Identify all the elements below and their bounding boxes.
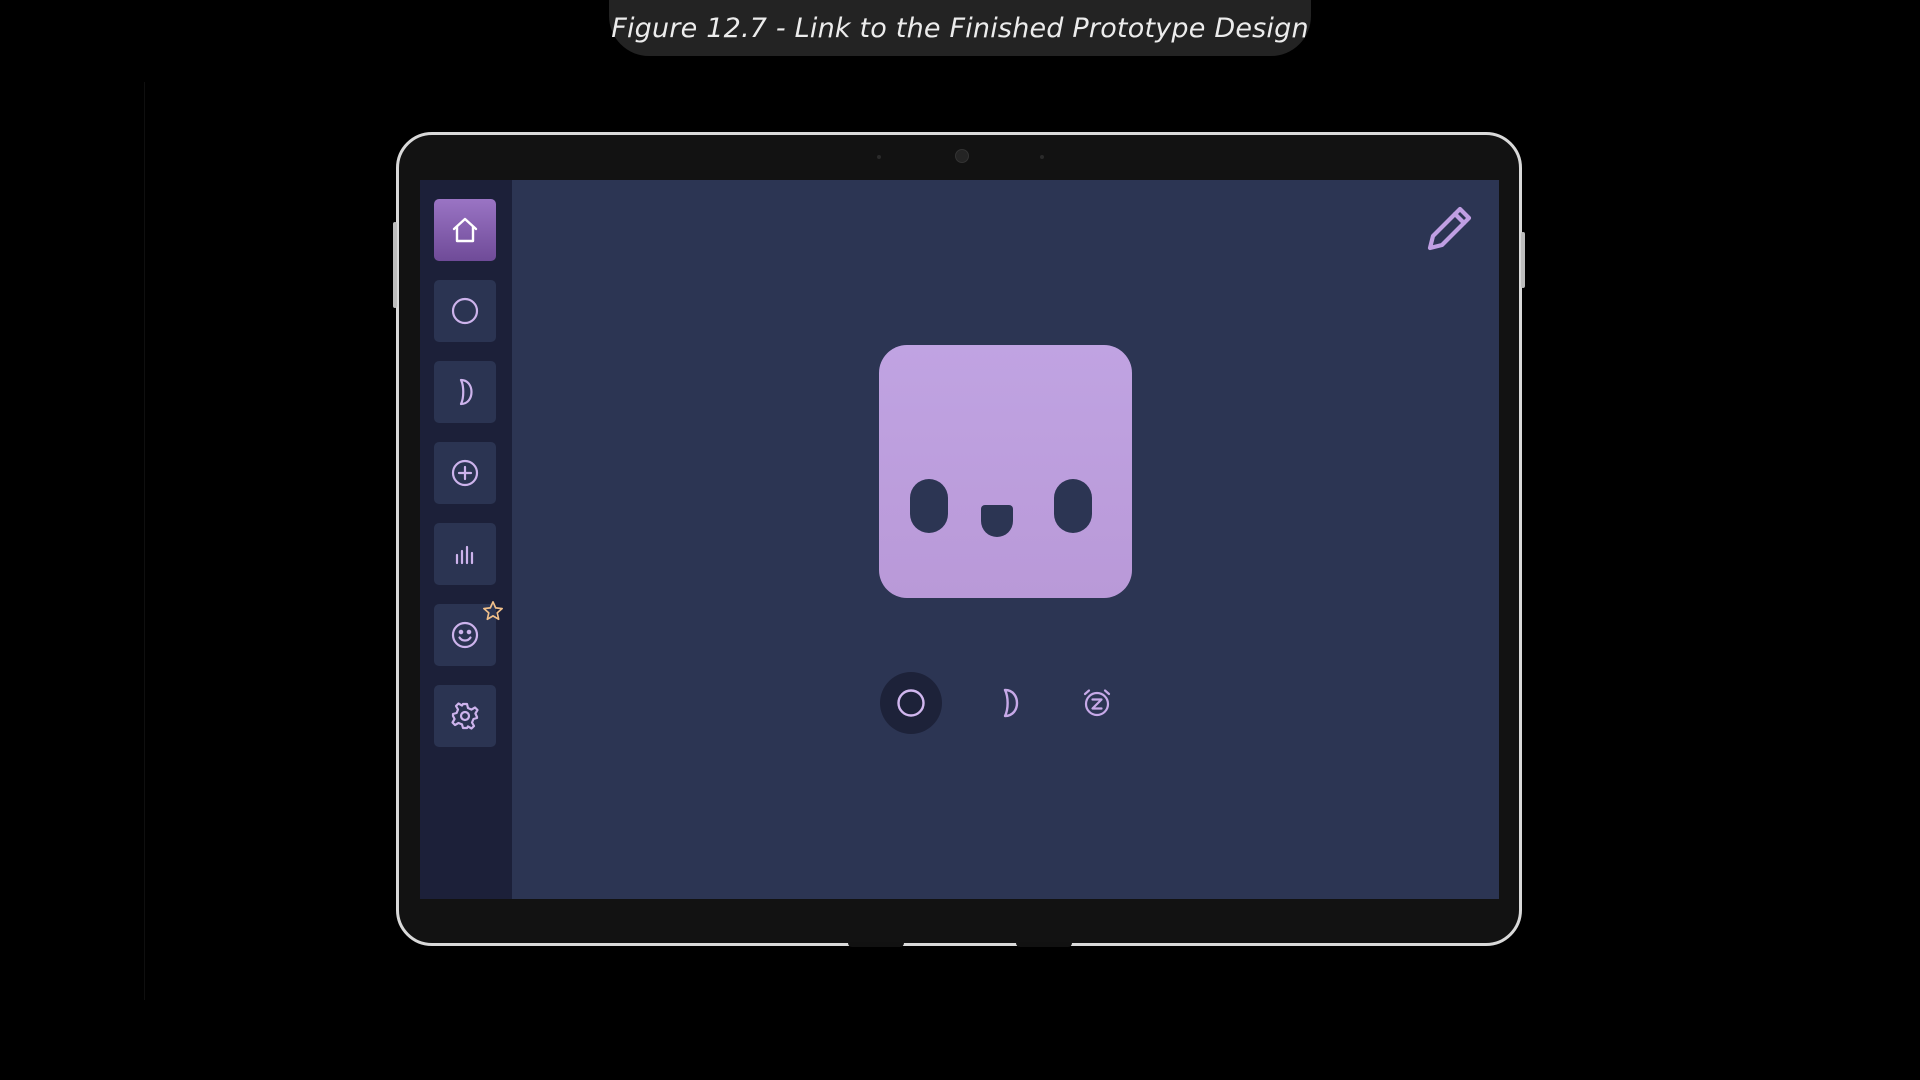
star-icon <box>483 601 503 621</box>
nav-half-moon-button[interactable] <box>434 361 496 423</box>
circle-icon <box>451 297 479 325</box>
sensor-dot <box>877 155 881 159</box>
figure-caption: Figure 12.7 - Link to the Finished Proto… <box>609 0 1311 56</box>
add-circle-icon <box>451 459 479 487</box>
tablet-bottom-connector <box>1016 942 1072 947</box>
bar-chart-icon <box>455 545 474 565</box>
edit-button[interactable] <box>1422 202 1476 256</box>
app-screen <box>420 180 1499 899</box>
gear-icon <box>451 702 479 730</box>
half-moon-icon <box>1003 688 1019 718</box>
nav-stats-button[interactable] <box>434 523 496 585</box>
smiley-icon <box>451 621 479 649</box>
mascot-mouth <box>981 505 1013 537</box>
sensor-dot <box>1040 155 1044 159</box>
tablet-bottom-connector <box>848 942 904 947</box>
pencil-icon <box>1427 206 1472 251</box>
mode-half-moon-button[interactable] <box>979 672 1041 734</box>
background-divider <box>144 82 145 1000</box>
nav-settings-button[interactable] <box>434 685 496 747</box>
mascot-right-eye <box>1054 479 1092 533</box>
camera-icon <box>955 149 969 163</box>
alarm-clock-z-icon <box>1083 689 1111 717</box>
nav-add-button[interactable] <box>434 442 496 504</box>
nav-circle-button[interactable] <box>434 280 496 342</box>
mascot-face <box>879 345 1132 598</box>
caption-text: Figure 12.7 - Link to the Finished Proto… <box>611 12 1309 44</box>
mode-circle-button[interactable] <box>880 672 942 734</box>
tablet-side-button-left <box>393 222 397 308</box>
sidebar <box>420 180 512 899</box>
mode-alarm-button[interactable] <box>1066 672 1128 734</box>
tablet-side-button-right <box>1521 232 1525 288</box>
home-icon <box>452 217 478 243</box>
nav-home-button[interactable] <box>434 199 496 261</box>
half-moon-icon <box>459 378 473 406</box>
mascot-left-eye <box>910 479 948 533</box>
circle-icon <box>897 689 925 717</box>
